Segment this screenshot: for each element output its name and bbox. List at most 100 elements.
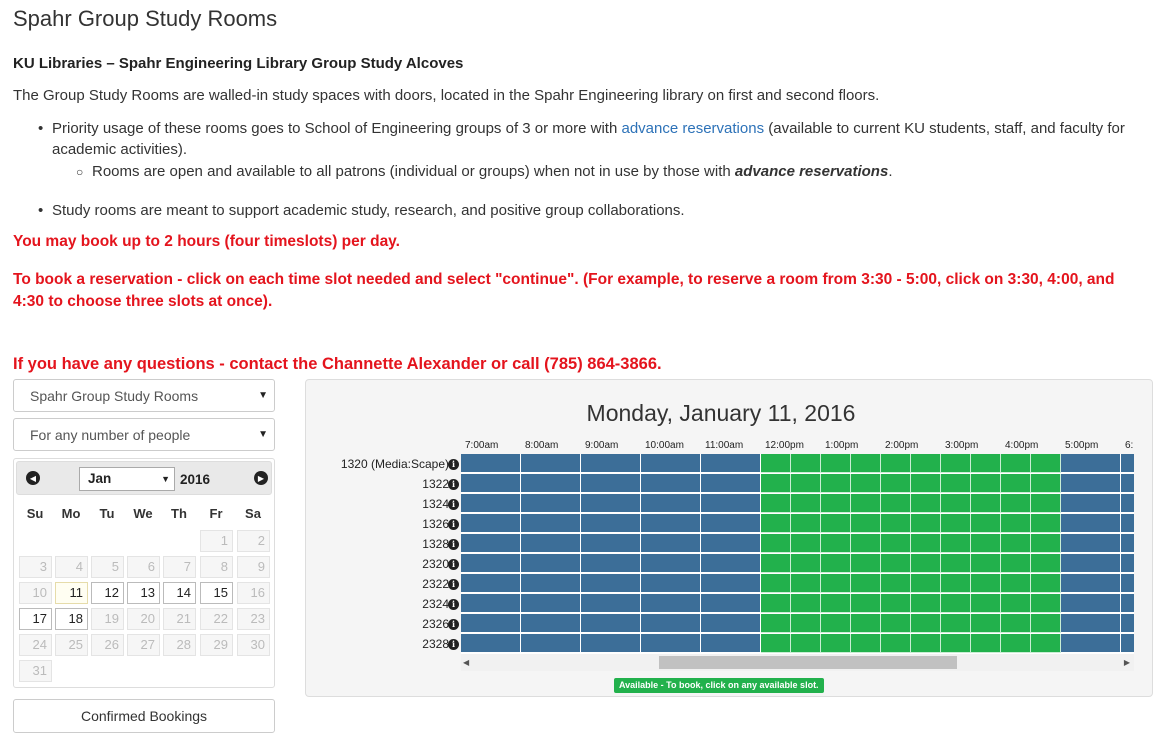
available-slot[interactable] [851, 594, 881, 613]
available-slot[interactable] [851, 514, 881, 533]
available-slot[interactable] [881, 474, 911, 493]
available-slot[interactable] [911, 614, 941, 633]
available-slot[interactable] [881, 534, 911, 553]
available-slot[interactable] [791, 574, 821, 593]
calendar-day[interactable]: 17 [19, 608, 52, 630]
info-icon[interactable]: i [448, 559, 459, 570]
available-slot[interactable] [911, 454, 941, 473]
info-icon[interactable]: i [448, 539, 459, 550]
available-slot[interactable] [971, 454, 1001, 473]
available-slot[interactable] [941, 534, 971, 553]
available-slot[interactable] [851, 634, 881, 653]
calendar-day[interactable]: 14 [163, 582, 196, 604]
available-slot[interactable] [761, 574, 791, 593]
calendar-day[interactable]: 15 [200, 582, 233, 604]
available-slot[interactable] [851, 554, 881, 573]
calendar-day[interactable]: 18 [55, 608, 88, 630]
available-slot[interactable] [761, 634, 791, 653]
available-slot[interactable] [971, 614, 1001, 633]
available-slot[interactable] [1001, 474, 1031, 493]
available-slot[interactable] [821, 494, 851, 513]
available-slot[interactable] [1001, 554, 1031, 573]
available-slot[interactable] [911, 514, 941, 533]
available-slot[interactable] [1031, 574, 1061, 593]
scroll-thumb[interactable] [659, 656, 957, 669]
available-slot[interactable] [971, 554, 1001, 573]
advance-reservations-link[interactable]: advance reservations [621, 120, 764, 137]
info-icon[interactable]: i [448, 599, 459, 610]
available-slot[interactable] [851, 574, 881, 593]
available-slot[interactable] [821, 474, 851, 493]
available-slot[interactable] [941, 634, 971, 653]
available-slot[interactable] [1001, 454, 1031, 473]
available-slot[interactable] [791, 494, 821, 513]
info-icon[interactable]: i [448, 619, 459, 630]
available-slot[interactable] [851, 614, 881, 633]
available-slot[interactable] [821, 594, 851, 613]
available-slot[interactable] [941, 554, 971, 573]
available-slot[interactable] [851, 454, 881, 473]
available-slot[interactable] [1001, 514, 1031, 533]
available-slot[interactable] [821, 514, 851, 533]
available-slot[interactable] [881, 634, 911, 653]
available-slot[interactable] [881, 594, 911, 613]
available-slot[interactable] [941, 574, 971, 593]
confirmed-bookings-button[interactable]: Confirmed Bookings [13, 699, 275, 733]
available-slot[interactable] [941, 594, 971, 613]
available-slot[interactable] [1001, 594, 1031, 613]
chevron-left-icon[interactable]: ◀ [26, 471, 40, 485]
calendar-day[interactable]: 13 [127, 582, 160, 604]
available-slot[interactable] [1031, 554, 1061, 573]
available-slot[interactable] [881, 614, 911, 633]
available-slot[interactable] [1031, 614, 1061, 633]
available-slot[interactable] [821, 554, 851, 573]
available-slot[interactable] [881, 554, 911, 573]
available-slot[interactable] [791, 474, 821, 493]
available-slot[interactable] [971, 634, 1001, 653]
available-slot[interactable] [941, 514, 971, 533]
available-slot[interactable] [881, 514, 911, 533]
available-slot[interactable] [1031, 474, 1061, 493]
info-icon[interactable]: i [448, 459, 459, 470]
info-icon[interactable]: i [448, 519, 459, 530]
available-slot[interactable] [791, 514, 821, 533]
available-slot[interactable] [791, 614, 821, 633]
available-slot[interactable] [881, 454, 911, 473]
calendar-day[interactable]: 12 [91, 582, 124, 604]
available-slot[interactable] [971, 514, 1001, 533]
available-slot[interactable] [911, 574, 941, 593]
available-slot[interactable] [821, 534, 851, 553]
room-group-select[interactable]: Spahr Group Study Rooms ▼ [13, 379, 275, 412]
available-slot[interactable] [791, 454, 821, 473]
available-slot[interactable] [1031, 594, 1061, 613]
available-slot[interactable] [761, 514, 791, 533]
available-slot[interactable] [791, 634, 821, 653]
available-slot[interactable] [971, 474, 1001, 493]
available-slot[interactable] [1001, 534, 1031, 553]
available-slot[interactable] [971, 594, 1001, 613]
horizontal-scrollbar[interactable]: ◀ ▶ [461, 654, 1134, 671]
info-icon[interactable]: i [448, 479, 459, 490]
available-slot[interactable] [971, 534, 1001, 553]
available-slot[interactable] [941, 614, 971, 633]
available-slot[interactable] [1031, 454, 1061, 473]
available-slot[interactable] [911, 634, 941, 653]
available-slot[interactable] [941, 474, 971, 493]
month-select[interactable]: Jan ▼ [79, 467, 175, 491]
available-slot[interactable] [911, 534, 941, 553]
available-slot[interactable] [851, 494, 881, 513]
available-slot[interactable] [821, 614, 851, 633]
available-slot[interactable] [821, 454, 851, 473]
available-slot[interactable] [761, 474, 791, 493]
available-slot[interactable] [881, 494, 911, 513]
available-slot[interactable] [851, 534, 881, 553]
available-slot[interactable] [761, 614, 791, 633]
available-slot[interactable] [791, 594, 821, 613]
chevron-right-icon[interactable]: ▶ [254, 471, 268, 485]
available-slot[interactable] [1001, 634, 1031, 653]
available-slot[interactable] [761, 494, 791, 513]
info-icon[interactable]: i [448, 579, 459, 590]
available-slot[interactable] [1031, 494, 1061, 513]
available-slot[interactable] [821, 574, 851, 593]
available-slot[interactable] [761, 554, 791, 573]
